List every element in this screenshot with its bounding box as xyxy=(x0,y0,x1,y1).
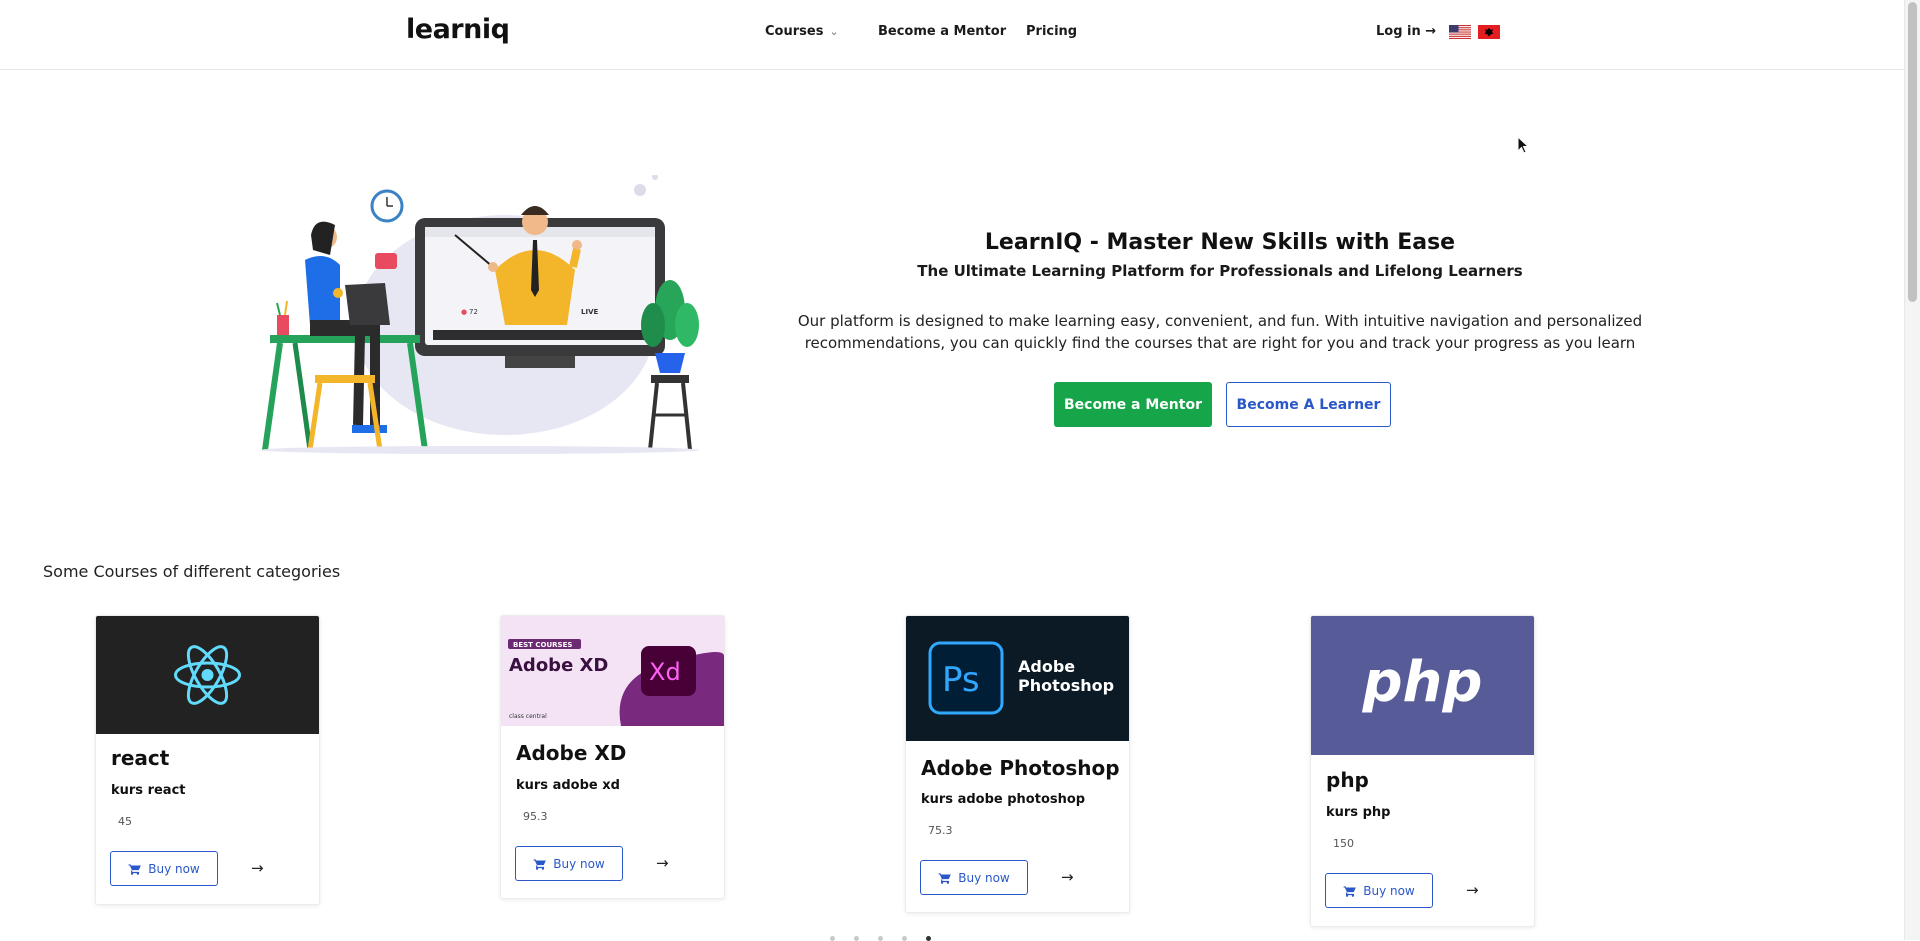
hero-illustration: ● 72 LIVE xyxy=(260,175,700,454)
course-card[interactable]: BEST COURSES Adobe XD Xd class central A… xyxy=(500,615,725,899)
become-learner-button[interactable]: Become A Learner xyxy=(1226,382,1391,427)
course-image xyxy=(96,616,319,734)
buy-now-button[interactable]: Buy now xyxy=(515,846,623,881)
cart-icon xyxy=(533,858,547,870)
course-card[interactable]: Ps Adobe Photoshop Adobe Photoshop kurs … xyxy=(905,615,1130,913)
carousel-dot[interactable] xyxy=(830,936,835,941)
course-subtitle: kurs php xyxy=(1326,805,1391,820)
buy-now-button[interactable]: Buy now xyxy=(920,860,1028,895)
buy-now-label: Buy now xyxy=(958,870,1010,885)
chevron-down-icon: ⌄ xyxy=(829,25,839,38)
course-subtitle: kurs react xyxy=(111,783,186,798)
arrow-right-icon[interactable]: → xyxy=(1466,881,1479,899)
buy-now-button[interactable]: Buy now xyxy=(110,851,218,886)
course-price: 45 xyxy=(118,815,132,828)
become-mentor-button[interactable]: Become a Mentor xyxy=(1054,382,1212,427)
ps-logo-icon: Ps xyxy=(942,660,980,700)
carousel-dot[interactable] xyxy=(854,936,859,941)
course-name[interactable]: react xyxy=(111,746,169,770)
carousel-dots xyxy=(830,936,931,941)
cart-icon xyxy=(938,872,952,884)
banner-title: Adobe XD xyxy=(509,655,608,676)
cart-icon xyxy=(128,863,142,875)
viewer-count: 72 xyxy=(469,308,478,316)
carousel-dot[interactable] xyxy=(878,936,883,941)
course-price: 95.3 xyxy=(523,810,548,823)
course-name[interactable]: Adobe Photoshop xyxy=(921,756,1120,780)
albania-flag-icon[interactable] xyxy=(1478,25,1500,39)
page-scrollbar[interactable] xyxy=(1904,0,1920,940)
arrow-right-icon[interactable]: → xyxy=(251,859,264,877)
cart-icon xyxy=(1343,885,1357,897)
nav-courses-dropdown[interactable]: Courses ⌄ xyxy=(765,24,839,39)
carousel-dot-active[interactable] xyxy=(926,936,931,941)
course-price: 75.3 xyxy=(928,824,953,837)
nav-pricing[interactable]: Pricing xyxy=(1026,24,1077,39)
arrow-right-icon[interactable]: → xyxy=(656,854,669,872)
buy-now-button[interactable]: Buy now xyxy=(1325,873,1433,908)
course-name[interactable]: Adobe XD xyxy=(516,741,626,765)
arrow-right-icon[interactable]: → xyxy=(1061,868,1074,886)
photoshop-banner: Ps Adobe Photoshop xyxy=(928,641,1114,715)
course-card[interactable]: react kurs react 45 Buy now → xyxy=(95,615,320,905)
live-badge: LIVE xyxy=(581,308,598,316)
hero-subtitle: The Ultimate Learning Platform for Profe… xyxy=(917,262,1523,280)
hero-description: Our platform is designed to make learnin… xyxy=(797,312,1643,352)
course-price: 150 xyxy=(1333,837,1354,850)
adobe-xd-banner: BEST COURSES Adobe XD Xd class central xyxy=(508,639,724,726)
xd-logo-icon: Xd xyxy=(649,658,681,686)
us-flag-icon[interactable] xyxy=(1449,25,1471,39)
php-logo: php xyxy=(1361,650,1482,715)
buy-now-label: Buy now xyxy=(553,856,605,871)
course-name[interactable]: php xyxy=(1326,768,1369,792)
nav-login[interactable]: Log in → xyxy=(1376,24,1436,39)
courses-section-title: Some Courses of different categories xyxy=(43,562,341,581)
scrollbar-thumb[interactable] xyxy=(1908,2,1917,302)
course-image: BEST COURSES Adobe XD Xd class central xyxy=(501,616,724,726)
course-card[interactable]: php php kurs php 150 Buy now → xyxy=(1310,615,1535,927)
mouse-pointer-icon xyxy=(1517,136,1530,154)
nav-become-mentor[interactable]: Become a Mentor xyxy=(878,24,1006,39)
buy-now-label: Buy now xyxy=(148,861,200,876)
react-logo-icon xyxy=(174,645,241,705)
banner-footer: class central xyxy=(509,713,547,720)
learniq-logo[interactable]: learniq xyxy=(406,14,510,45)
banner-title-line1: Adobe xyxy=(1018,657,1075,676)
hero-title: LearnIQ - Master New Skills with Ease xyxy=(984,230,1456,255)
course-image: Ps Adobe Photoshop xyxy=(906,616,1129,741)
php-logo-text: php xyxy=(1361,650,1482,715)
banner-badge: BEST COURSES xyxy=(513,641,572,649)
carousel-dot[interactable] xyxy=(902,936,907,941)
top-navbar: learniq Courses ⌄ Become a Mentor Pricing… xyxy=(0,0,1905,70)
buy-now-label: Buy now xyxy=(1363,883,1415,898)
course-subtitle: kurs adobe photoshop xyxy=(921,792,1086,807)
course-image: php xyxy=(1311,616,1534,755)
nav-courses-label: Courses xyxy=(765,24,824,39)
course-subtitle: kurs adobe xd xyxy=(516,778,620,793)
svg-text:●: ● xyxy=(461,308,467,316)
banner-title-line2: Photoshop xyxy=(1018,676,1114,695)
